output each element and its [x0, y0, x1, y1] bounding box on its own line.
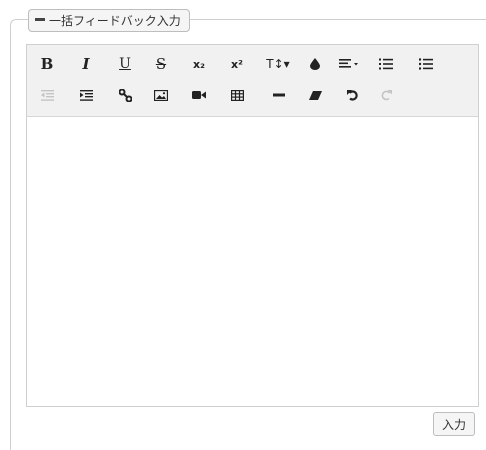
editor-content-area[interactable]: [27, 117, 478, 406]
text-height-icon: T↕▾: [266, 57, 290, 71]
indent-button[interactable]: [72, 83, 100, 107]
bold-button[interactable]: B: [33, 52, 61, 76]
picture-icon: [154, 89, 168, 101]
minus-icon: [35, 18, 45, 21]
tint-icon: [310, 58, 320, 70]
fieldset-legend-toggle[interactable]: 一括フィードバック入力: [28, 9, 190, 32]
superscript-button[interactable]: x²: [223, 52, 251, 76]
align-button[interactable]: [335, 52, 365, 76]
outdent-icon: [40, 89, 54, 101]
rich-text-editor: B I U S x₂ x² T↕▾: [26, 44, 479, 407]
eraser-button[interactable]: [301, 83, 329, 107]
unordered-list-icon: [419, 58, 433, 70]
submit-button[interactable]: 入力: [433, 412, 475, 436]
table-button[interactable]: [223, 83, 251, 107]
italic-button[interactable]: I: [72, 52, 100, 76]
video-button[interactable]: [185, 83, 213, 107]
strikethrough-button[interactable]: S: [147, 52, 175, 76]
align-left-dropdown-icon: [339, 59, 358, 68]
undo-button[interactable]: [338, 83, 366, 107]
bold-icon: B: [40, 55, 54, 73]
ordered-list-button[interactable]: [372, 52, 400, 76]
indent-icon: [79, 89, 93, 101]
horizontal-rule-icon: [273, 93, 285, 97]
link-icon: [118, 88, 132, 102]
undo-icon: [346, 90, 358, 101]
eraser-icon: [308, 90, 322, 100]
superscript-icon: x²: [231, 57, 243, 71]
strikethrough-icon: S: [155, 55, 167, 73]
ordered-list-icon: [379, 58, 393, 70]
outdent-button[interactable]: [33, 83, 61, 107]
horizontal-rule-button[interactable]: [265, 83, 293, 107]
underline-button[interactable]: U: [111, 52, 139, 76]
unordered-list-button[interactable]: [412, 52, 440, 76]
redo-icon: [381, 90, 392, 101]
editor-toolbar: B I U S x₂ x² T↕▾: [27, 45, 478, 117]
image-button[interactable]: [147, 83, 175, 107]
video-camera-icon: [192, 91, 206, 99]
legend-label: 一括フィードバック入力: [49, 14, 181, 28]
font-size-button[interactable]: T↕▾: [260, 52, 296, 76]
redo-button[interactable]: [372, 83, 400, 107]
color-button[interactable]: [301, 52, 329, 76]
subscript-button[interactable]: x₂: [185, 52, 213, 76]
table-icon: [230, 89, 244, 101]
italic-icon: I: [82, 55, 90, 73]
underline-icon: U: [119, 56, 131, 72]
subscript-icon: x₂: [193, 57, 205, 71]
link-button[interactable]: [111, 83, 139, 107]
